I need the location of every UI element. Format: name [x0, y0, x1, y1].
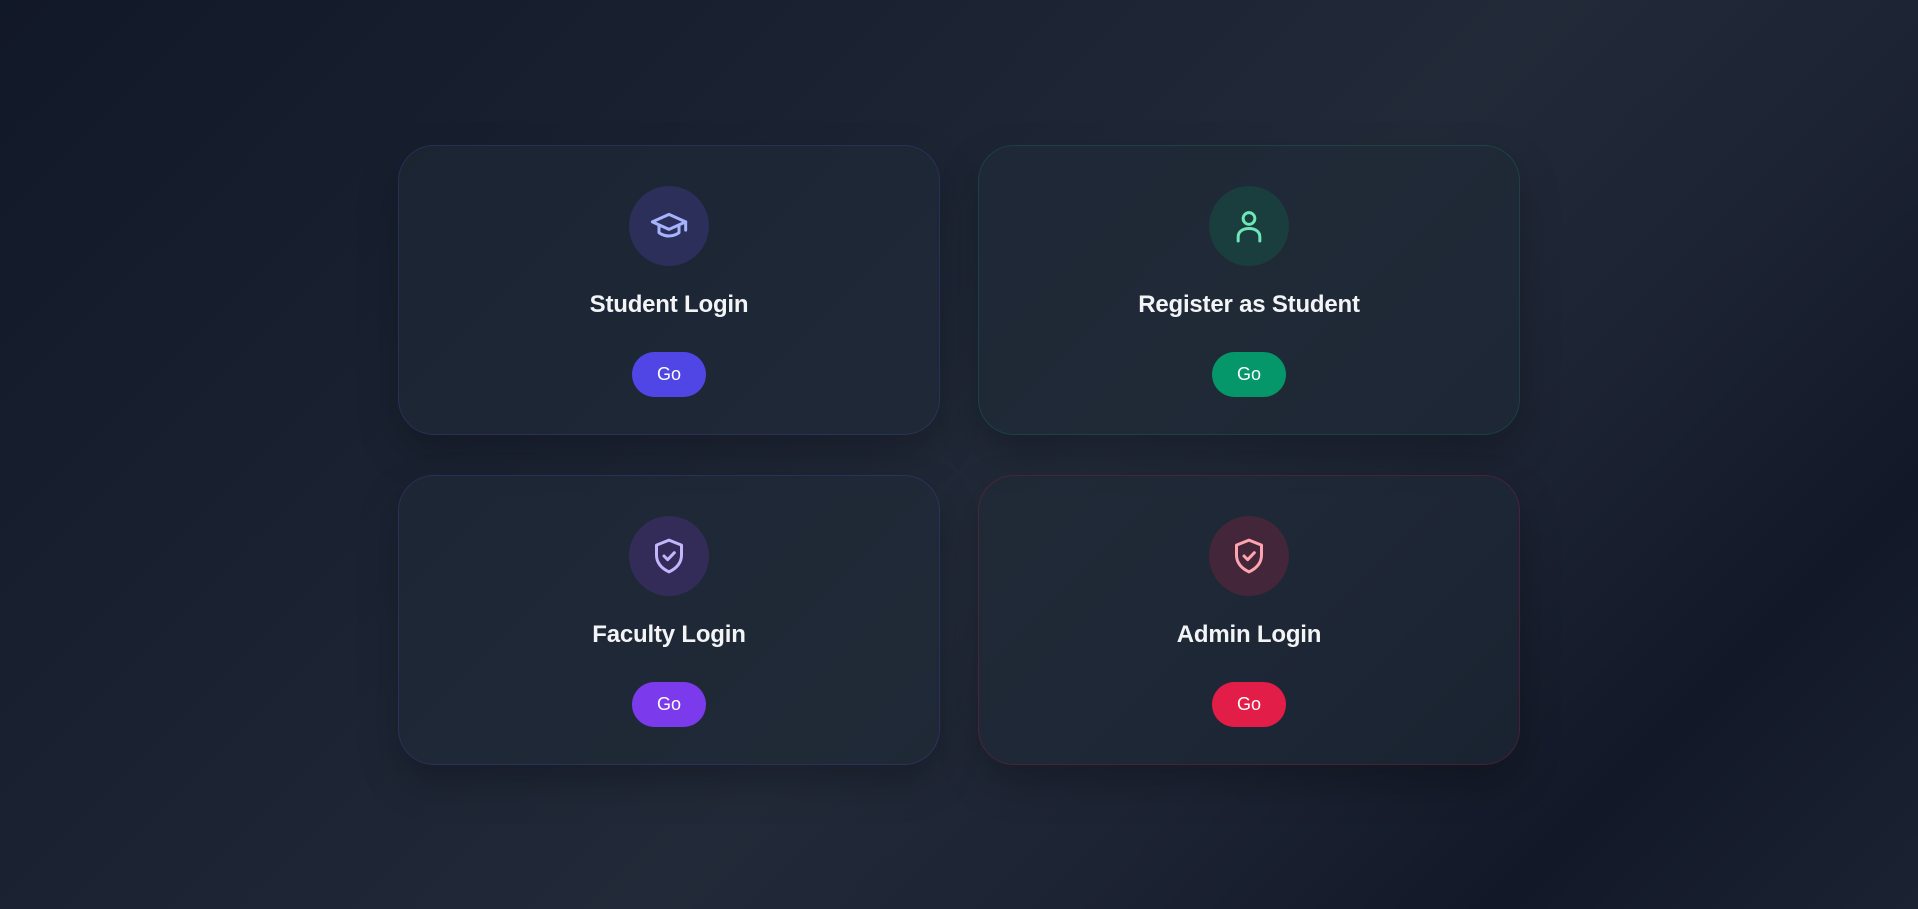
faculty-login-card: Faculty Login Go: [398, 475, 940, 765]
student-login-title: Student Login: [589, 291, 749, 318]
admin-icon-circle: [1209, 516, 1289, 596]
register-student-go-button[interactable]: Go: [1212, 352, 1286, 397]
admin-login-go-button[interactable]: Go: [1212, 682, 1286, 727]
student-login-go-button[interactable]: Go: [632, 352, 706, 397]
admin-login-card: Admin Login Go: [978, 475, 1520, 765]
faculty-login-go-button[interactable]: Go: [632, 682, 706, 727]
register-icon-circle: [1209, 186, 1289, 266]
register-student-title: Register as Student: [1138, 291, 1360, 318]
faculty-login-title: Faculty Login: [592, 621, 746, 648]
graduation-cap-icon: [650, 212, 688, 238]
student-icon-circle: [629, 186, 709, 266]
user-icon: [1236, 211, 1262, 243]
login-options-grid: Student Login Go Register as Student Go …: [398, 145, 1520, 765]
faculty-icon-circle: [629, 516, 709, 596]
admin-login-title: Admin Login: [1176, 621, 1322, 648]
register-student-card: Register as Student Go: [978, 145, 1520, 435]
shield-check-icon: [655, 538, 683, 574]
student-login-card: Student Login Go: [398, 145, 940, 435]
shield-check-icon: [1235, 538, 1263, 574]
